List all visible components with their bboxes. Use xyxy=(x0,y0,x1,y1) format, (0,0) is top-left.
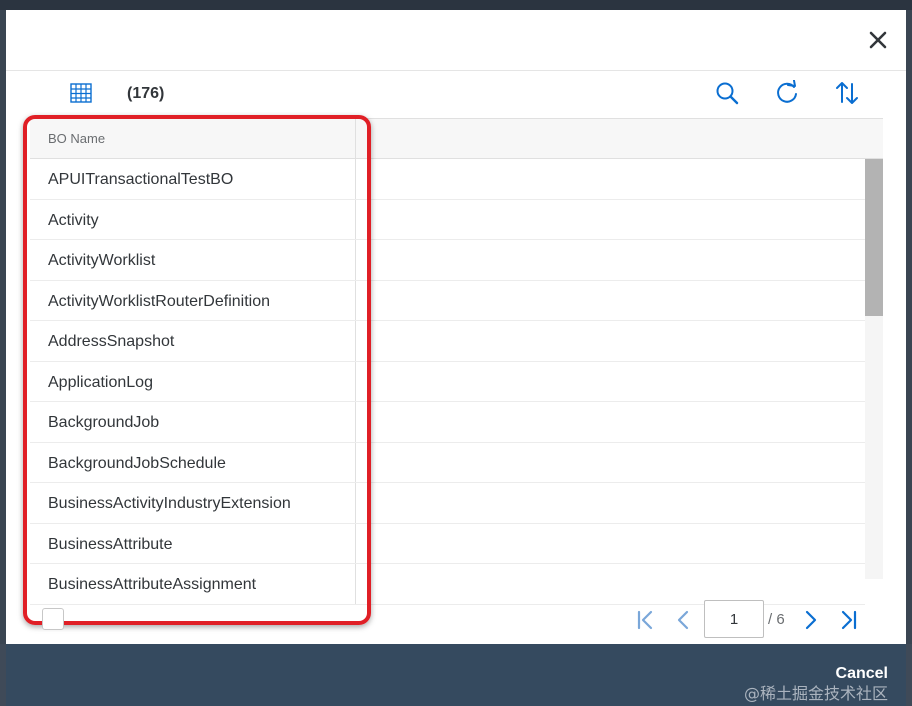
scrollbar-thumb[interactable] xyxy=(865,159,883,316)
watermark: @稀土掘金技术社区 xyxy=(744,684,889,703)
value-help-dialog: (176) BO Name APUITransactionalTestBO Ac… xyxy=(6,10,906,644)
last-page-icon[interactable] xyxy=(838,608,860,632)
previous-page-icon[interactable] xyxy=(672,608,694,632)
bo-name-cell: ActivityWorklistRouterDefinition xyxy=(48,292,270,310)
table-row[interactable]: BusinessAttributeAssignment xyxy=(30,564,865,605)
table-row[interactable]: BackgroundJob xyxy=(30,402,865,443)
table-row[interactable]: Activity xyxy=(30,199,865,240)
bo-name-cell: BackgroundJob xyxy=(48,414,160,431)
close-icon xyxy=(869,31,887,49)
table-row[interactable]: ActivityWorklistRouterDefinition xyxy=(30,280,865,321)
bo-name-cell: BusinessActivityIndustryExtension xyxy=(48,495,291,512)
bo-name-cell: AddressSnapshot xyxy=(48,333,175,350)
table-row[interactable]: ActivityWorklist xyxy=(30,240,865,281)
bo-name-cell: BusinessAttribute xyxy=(48,535,173,553)
table-row[interactable]: BusinessAttribute xyxy=(30,523,865,564)
table-row[interactable]: BusinessActivityIndustryExtension xyxy=(30,483,865,524)
table-row[interactable]: BackgroundJobSchedule xyxy=(30,442,865,483)
bo-name-cell: Activity xyxy=(48,211,99,229)
sort-icon[interactable] xyxy=(834,80,860,106)
page-total: / 6 xyxy=(768,611,785,628)
table-body: APUITransactionalTestBO Activity Activit… xyxy=(30,159,865,605)
refresh-icon[interactable] xyxy=(774,80,800,106)
table-grid-icon xyxy=(70,83,92,103)
table-row[interactable]: APUITransactionalTestBO xyxy=(30,159,865,200)
page-number-input[interactable] xyxy=(704,600,764,638)
search-icon[interactable] xyxy=(714,80,740,106)
bo-name-cell: ActivityWorklist xyxy=(48,252,156,269)
select-all-checkbox[interactable] xyxy=(42,608,64,630)
table-header: BO Name xyxy=(30,118,883,159)
bo-name-cell: BackgroundJobSchedule xyxy=(48,454,226,472)
bo-name-cell: APUITransactionalTestBO xyxy=(48,171,234,188)
vertical-scrollbar[interactable] xyxy=(865,159,883,579)
first-page-icon[interactable] xyxy=(634,608,656,632)
table-row[interactable]: AddressSnapshot xyxy=(30,321,865,362)
table-row[interactable]: ApplicationLog xyxy=(30,361,865,402)
backdrop-top xyxy=(0,0,912,10)
header-divider xyxy=(6,70,906,71)
bo-name-cell: BusinessAttributeAssignment xyxy=(48,576,257,593)
item-count: (176) xyxy=(127,85,165,102)
next-page-icon[interactable] xyxy=(800,608,822,632)
column-header-bo-name[interactable]: BO Name xyxy=(30,119,356,158)
bo-name-cell: ApplicationLog xyxy=(48,373,153,391)
close-button[interactable] xyxy=(866,28,890,52)
backdrop-right xyxy=(906,10,912,644)
column-header-label: BO Name xyxy=(48,131,106,146)
